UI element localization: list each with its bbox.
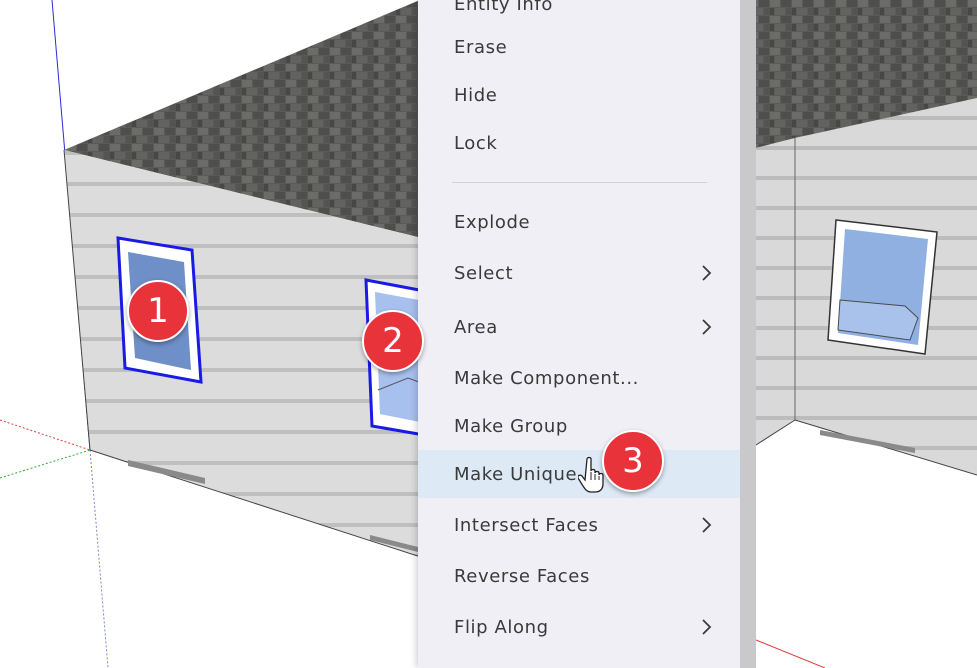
menu-item-label: Entity Info <box>454 0 553 15</box>
hand-pointer-icon <box>578 456 604 493</box>
chevron-right-icon <box>702 517 712 533</box>
menu-item-label: Erase <box>454 36 508 58</box>
red-axis <box>0 419 91 451</box>
menu-separator <box>452 182 707 183</box>
chevron-right-icon <box>702 265 712 281</box>
menu-item-label: Reverse Faces <box>454 565 590 587</box>
menu-item-label: Select <box>454 262 514 284</box>
menu-item-erase[interactable]: Erase <box>418 23 740 71</box>
callout-badge-2: 2 <box>362 310 424 372</box>
menu-item-label: Area <box>454 316 498 338</box>
menu-item-label: Flip Along <box>454 616 549 638</box>
callout-badge-3: 3 <box>602 430 664 492</box>
menu-item-hide[interactable]: Hide <box>418 71 740 119</box>
callout-badge-1: 1 <box>127 280 189 342</box>
menu-item-lock[interactable]: Lock <box>418 119 740 167</box>
context-menu: Entity Info Erase Hide Lock Explode Sele… <box>418 0 740 668</box>
menu-item-make-group[interactable]: Make Group <box>418 402 740 450</box>
menu-item-flip-along[interactable]: Flip Along <box>418 603 740 651</box>
blue-axis-dotted <box>89 449 109 668</box>
menu-item-explode[interactable]: Explode <box>418 198 740 246</box>
menu-scroll-edge <box>740 0 756 668</box>
callout-number: 3 <box>622 441 644 481</box>
menu-item-label: Explode <box>454 211 531 233</box>
menu-item-make-component[interactable]: Make Component... <box>418 354 740 402</box>
red-axis-right <box>755 639 826 668</box>
callout-number: 1 <box>147 291 169 331</box>
menu-item-label: Intersect Faces <box>454 514 599 536</box>
green-axis <box>0 449 91 479</box>
menu-item-label: Make Component... <box>454 367 640 389</box>
menu-item-reverse-faces[interactable]: Reverse Faces <box>418 552 740 600</box>
menu-item-label: Make Group <box>454 415 568 437</box>
menu-item-select[interactable]: Select <box>418 249 740 297</box>
menu-item-label: Hide <box>454 84 498 106</box>
chevron-right-icon <box>702 319 712 335</box>
wall-right-front <box>756 138 795 445</box>
chevron-right-icon <box>702 619 712 635</box>
menu-item-area[interactable]: Area <box>418 303 740 351</box>
menu-item-intersect-faces[interactable]: Intersect Faces <box>418 501 740 549</box>
menu-item-label: Lock <box>454 132 498 154</box>
menu-item-label: Make Unique <box>454 463 578 485</box>
callout-number: 2 <box>382 321 404 361</box>
